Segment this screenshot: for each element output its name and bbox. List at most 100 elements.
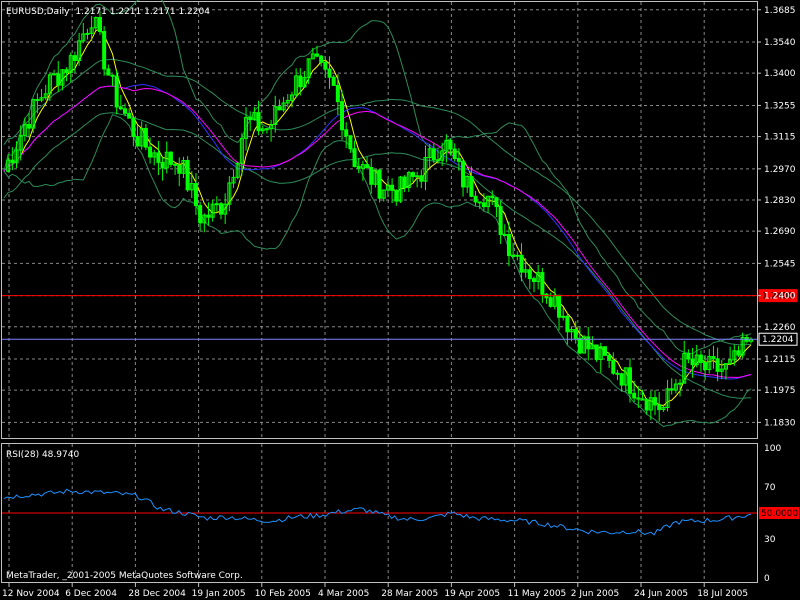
candle-body (35, 99, 40, 102)
candle-body (156, 152, 161, 163)
x-tick-label: 12 Nov 2004 (2, 589, 60, 599)
candle-body (10, 159, 15, 164)
candle-body (85, 32, 90, 35)
candle-body (498, 206, 503, 236)
candle-body (352, 148, 357, 167)
candle-body (214, 203, 219, 206)
candle-body (490, 195, 495, 199)
y-tick-label: 1.3400 (764, 69, 796, 79)
candle-body (640, 398, 645, 401)
y-tick-label: 1.3255 (764, 101, 796, 111)
y-tick-label: 1.2400 (764, 292, 796, 302)
y-tick-label: 1.2115 (764, 355, 796, 365)
candle-body (256, 112, 261, 132)
candle-body (469, 176, 474, 197)
symbol-label: EURUSD,Daily (6, 7, 70, 17)
candle-body (557, 294, 562, 318)
x-tick-label: 11 May 2005 (508, 589, 567, 599)
candle-body (123, 108, 128, 114)
candle-body (577, 337, 582, 354)
candle-body (415, 175, 420, 178)
x-tick-label: 10 Feb 2005 (255, 589, 311, 599)
candle-body (264, 128, 269, 131)
candle-body (52, 73, 57, 76)
candle-body (173, 163, 178, 166)
rsi-tick-label: 30 (764, 535, 776, 545)
x-tick-label: 18 Jul 2005 (697, 589, 748, 599)
candle-body (135, 136, 140, 147)
candle-body (653, 397, 658, 406)
candle-body (586, 336, 591, 350)
candle-body (594, 344, 599, 360)
rsi-tick-label: 0 (764, 574, 770, 584)
candle-body (519, 254, 524, 273)
candle-body (402, 176, 407, 189)
candle-body (127, 112, 132, 119)
candle-body (548, 297, 553, 307)
candle-body (177, 164, 182, 174)
candle-body (327, 68, 332, 78)
candle-body (515, 254, 520, 257)
candle-body (736, 350, 741, 356)
y-tick-label: 1.2545 (764, 259, 796, 269)
rsi-level-label: 50.0000 (761, 509, 798, 519)
candle-body (644, 399, 649, 411)
candle-body (131, 117, 136, 138)
price-chart-window[interactable]: 1.2400 1.2204 1.3685 1.3540 1.3400 1.3255 1.3… (0, 0, 800, 600)
candle-body (72, 55, 77, 61)
rsi-header: RSI(28) 48.9740 (6, 450, 79, 460)
candle-body (657, 404, 662, 411)
candle-body (331, 76, 336, 86)
y-tick-label: 1.3540 (764, 38, 796, 48)
candle-body (573, 329, 578, 339)
y-tick-label: 1.2690 (764, 227, 796, 237)
candle-body (602, 346, 607, 356)
y-tick-label: 1.2830 (764, 196, 796, 206)
candle-body (703, 361, 708, 371)
chart-header: EURUSD,Daily 1.2171 1.2211 1.2171 1.2204 (6, 7, 210, 17)
candle-body (365, 164, 370, 169)
x-tick-label: 19 Apr 2005 (444, 589, 500, 599)
candle-body (27, 123, 32, 129)
x-tick-label: 6 Dec 2004 (65, 589, 117, 599)
candle-body (711, 356, 716, 360)
x-tick-label: 4 Mar 2005 (318, 589, 369, 599)
y-tick-label: 1.2970 (764, 165, 796, 175)
candle-body (64, 69, 69, 73)
candle-body (540, 272, 545, 295)
candle-body (531, 278, 536, 283)
candle-body (356, 165, 361, 169)
candle-body (314, 53, 319, 57)
candle-body (436, 159, 441, 162)
candle-body (369, 167, 374, 185)
candle-body (394, 189, 399, 202)
candle-body (473, 195, 478, 203)
y-tick-label: 1.1830 (764, 418, 796, 428)
candle-body (431, 148, 436, 161)
candle-body (619, 373, 624, 386)
ohlc-values: 1.2171 1.2211 1.2171 1.2204 (75, 7, 210, 17)
candle-body (511, 254, 516, 257)
candle-body (390, 184, 395, 191)
candle-body (340, 101, 345, 131)
candle-body (110, 74, 115, 77)
candle-body (277, 106, 282, 111)
candle-body (118, 106, 123, 110)
candle-body (344, 129, 349, 137)
candle-body (148, 146, 153, 158)
candle-body (160, 161, 165, 169)
x-tick-label: 19 Jan 2005 (192, 589, 246, 599)
x-tick-label: 28 Mar 2005 (381, 589, 438, 599)
candle-body (678, 382, 683, 385)
candle-body (410, 172, 415, 177)
candle-body (565, 315, 570, 333)
y-tick-label: 1.1975 (764, 386, 796, 396)
candle-body (377, 169, 382, 199)
level-label: 1.2204 (762, 335, 794, 345)
candle-body (452, 148, 457, 160)
candle-body (494, 197, 499, 208)
candle-body (715, 358, 720, 372)
candle-body (193, 183, 198, 207)
copyright-text: MetaTrader, _2001-2005 MetaQuotes Softwa… (6, 571, 243, 581)
candle-body (248, 116, 253, 121)
